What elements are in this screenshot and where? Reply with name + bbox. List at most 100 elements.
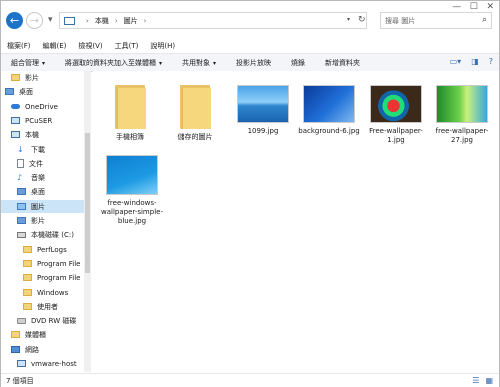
pictures-icon (17, 203, 26, 210)
sidebar-item[interactable]: 媒體櫃 (1, 328, 84, 341)
menu-view[interactable]: 檢視(V) (72, 41, 108, 51)
search-icon: ⌕ (481, 15, 487, 25)
file-tile[interactable]: free-wallpaper-27.jpg (427, 85, 497, 145)
sidebar-item-label: vmware-host (31, 359, 77, 368)
slideshow-button[interactable]: 投影片放映 (226, 58, 281, 68)
burn-button[interactable]: 燒錄 (281, 58, 315, 68)
sidebar-item-label: PerfLogs (37, 245, 67, 254)
document-icon (17, 159, 24, 168)
cloud-icon (11, 104, 20, 109)
address-path[interactable]: › 本機 › 圖片 › (59, 12, 367, 29)
sidebar-item[interactable]: 網路 (1, 343, 84, 356)
sidebar-item[interactable]: 影片 (1, 214, 84, 227)
file-tile[interactable]: 手機相簿 (95, 85, 165, 142)
address-bar-region: ← → ▾ › 本機 › 圖片 › ▾ ↻ 搜尋 圖片 ⌕ — ☐ ✕ (1, 1, 499, 39)
add-to-library-button[interactable]: 將選取的資料夾加入至媒體櫃 ▾ (55, 58, 172, 68)
sidebar-item[interactable]: ↓ 下載 (1, 143, 84, 156)
sidebar-item[interactable]: 桌面 (1, 85, 84, 98)
folder-icon (11, 74, 20, 81)
sidebar-item[interactable]: 本機 (1, 128, 84, 141)
folder-icon (23, 303, 32, 310)
file-tile[interactable]: free-windows-wallpaper-simple-blue.jpg (97, 155, 167, 226)
search-placeholder: 搜尋 圖片 (385, 16, 416, 25)
sidebar-item-label: 影片 (31, 216, 45, 225)
sidebar-item[interactable]: 本機磁碟 (C:) (1, 228, 84, 241)
back-button[interactable]: ← (6, 12, 23, 29)
sidebar-item-label: 媒體櫃 (25, 330, 46, 339)
path-history-dropdown-icon[interactable]: ▾ (347, 16, 350, 23)
video-icon (17, 217, 26, 224)
sidebar-item[interactable]: ♪ 音樂 (1, 171, 84, 184)
forward-button[interactable]: → (26, 12, 43, 29)
chevron-down-icon: ▾ (213, 59, 217, 67)
drive-icon (17, 231, 26, 238)
desktop-icon (17, 188, 26, 195)
folder-icon (23, 289, 32, 296)
sidebar-item[interactable]: 文件 (1, 157, 84, 170)
search-input[interactable]: 搜尋 圖片 ⌕ (380, 12, 492, 29)
help-icon[interactable]: ? (489, 57, 493, 66)
user-icon (11, 117, 20, 124)
image-thumbnail (303, 85, 355, 123)
menu-edit[interactable]: 編輯(E) (37, 41, 73, 51)
share-with-button[interactable]: 共用對象 ▾ (172, 58, 226, 68)
change-view-icon[interactable]: ▭▾ (450, 57, 462, 66)
file-name: 儲存的圖片 (177, 133, 213, 141)
breadcrumb-pictures[interactable]: 圖片 (124, 16, 138, 26)
sidebar-item[interactable]: 圖片 (1, 200, 84, 213)
breadcrumb-this-pc[interactable]: 本機 (95, 16, 109, 26)
network-icon (11, 346, 20, 353)
path-separator-icon: › (114, 16, 118, 25)
chevron-down-icon: ▾ (159, 59, 163, 67)
maximize-button[interactable]: ☐ (470, 2, 478, 12)
file-name: 手機相簿 (116, 133, 144, 141)
sidebar-item[interactable]: DVD RW 磁碟 (1, 314, 84, 327)
file-name: free-windows-wallpaper-simple-blue.jpg (101, 199, 163, 225)
sidebar-item-label: Program File (37, 273, 81, 282)
add-to-library-label: 將選取的資料夾加入至媒體櫃 (65, 58, 157, 67)
sidebar-item-label: 影片 (25, 73, 39, 82)
file-tile[interactable]: 1099.jpg (228, 85, 298, 136)
status-view-controls: ☰ ▦ (472, 376, 493, 385)
sidebar-item[interactable]: Program File (1, 257, 84, 270)
menu-tools[interactable]: 工具(T) (109, 41, 145, 51)
folder-icon (180, 85, 211, 129)
close-button[interactable]: ✕ (486, 2, 494, 12)
new-folder-button[interactable]: 新增資料夾 (315, 58, 370, 68)
sidebar-item-label: 本機磁碟 (C:) (31, 230, 74, 239)
up-icon[interactable]: ▾ (48, 15, 53, 25)
path-separator-icon: › (143, 16, 147, 25)
large-icons-view-icon[interactable]: ▦ (485, 376, 493, 385)
file-tile[interactable]: 儲存的圖片 (160, 85, 230, 142)
sidebar-item-label: PCuSER (25, 116, 53, 125)
sidebar-item[interactable]: 影片 (1, 71, 84, 84)
menu-file[interactable]: 檔案(F) (1, 41, 37, 51)
sidebar-item[interactable]: vmware-host (1, 357, 84, 370)
organize-button[interactable]: 組合管理 ▾ (1, 58, 55, 68)
details-view-icon[interactable]: ☰ (472, 376, 479, 385)
file-tile[interactable]: Free-wallpaper-1.jpg (361, 85, 431, 145)
explorer-window: ← → ▾ › 本機 › 圖片 › ▾ ↻ 搜尋 圖片 ⌕ — ☐ ✕ 檔案(F… (0, 0, 500, 387)
sidebar-item[interactable]: 使用者 (1, 300, 84, 313)
sidebar-item-label: 音樂 (31, 173, 45, 182)
sidebar-item-label: Program File (37, 259, 81, 268)
sidebar-item[interactable]: Windows (1, 286, 84, 299)
menu-help[interactable]: 說明(H) (144, 41, 181, 51)
preview-pane-icon[interactable]: ◨ (471, 57, 479, 66)
sidebar-item[interactable]: PerfLogs (1, 243, 84, 256)
sidebar-item[interactable]: 桌面 (1, 185, 84, 198)
minimize-button[interactable]: — (452, 2, 461, 12)
file-tile[interactable]: background-6.jpg (294, 85, 364, 136)
file-name: Free-wallpaper-1.jpg (369, 127, 423, 144)
pc-icon (11, 131, 20, 138)
folder-icon (23, 274, 32, 281)
navigation-scrollbar-thumb[interactable] (85, 133, 90, 273)
sidebar-item[interactable]: PCuSER (1, 114, 84, 127)
sidebar-item[interactable]: Program File (1, 271, 84, 284)
sidebar-item-label: 本機 (25, 130, 39, 139)
sidebar-item-label: 桌面 (31, 187, 45, 196)
sidebar-item[interactable]: OneDrive (1, 100, 84, 113)
folder-icon (115, 85, 146, 129)
refresh-icon[interactable]: ↻ (358, 15, 366, 25)
organize-label: 組合管理 (11, 58, 39, 67)
